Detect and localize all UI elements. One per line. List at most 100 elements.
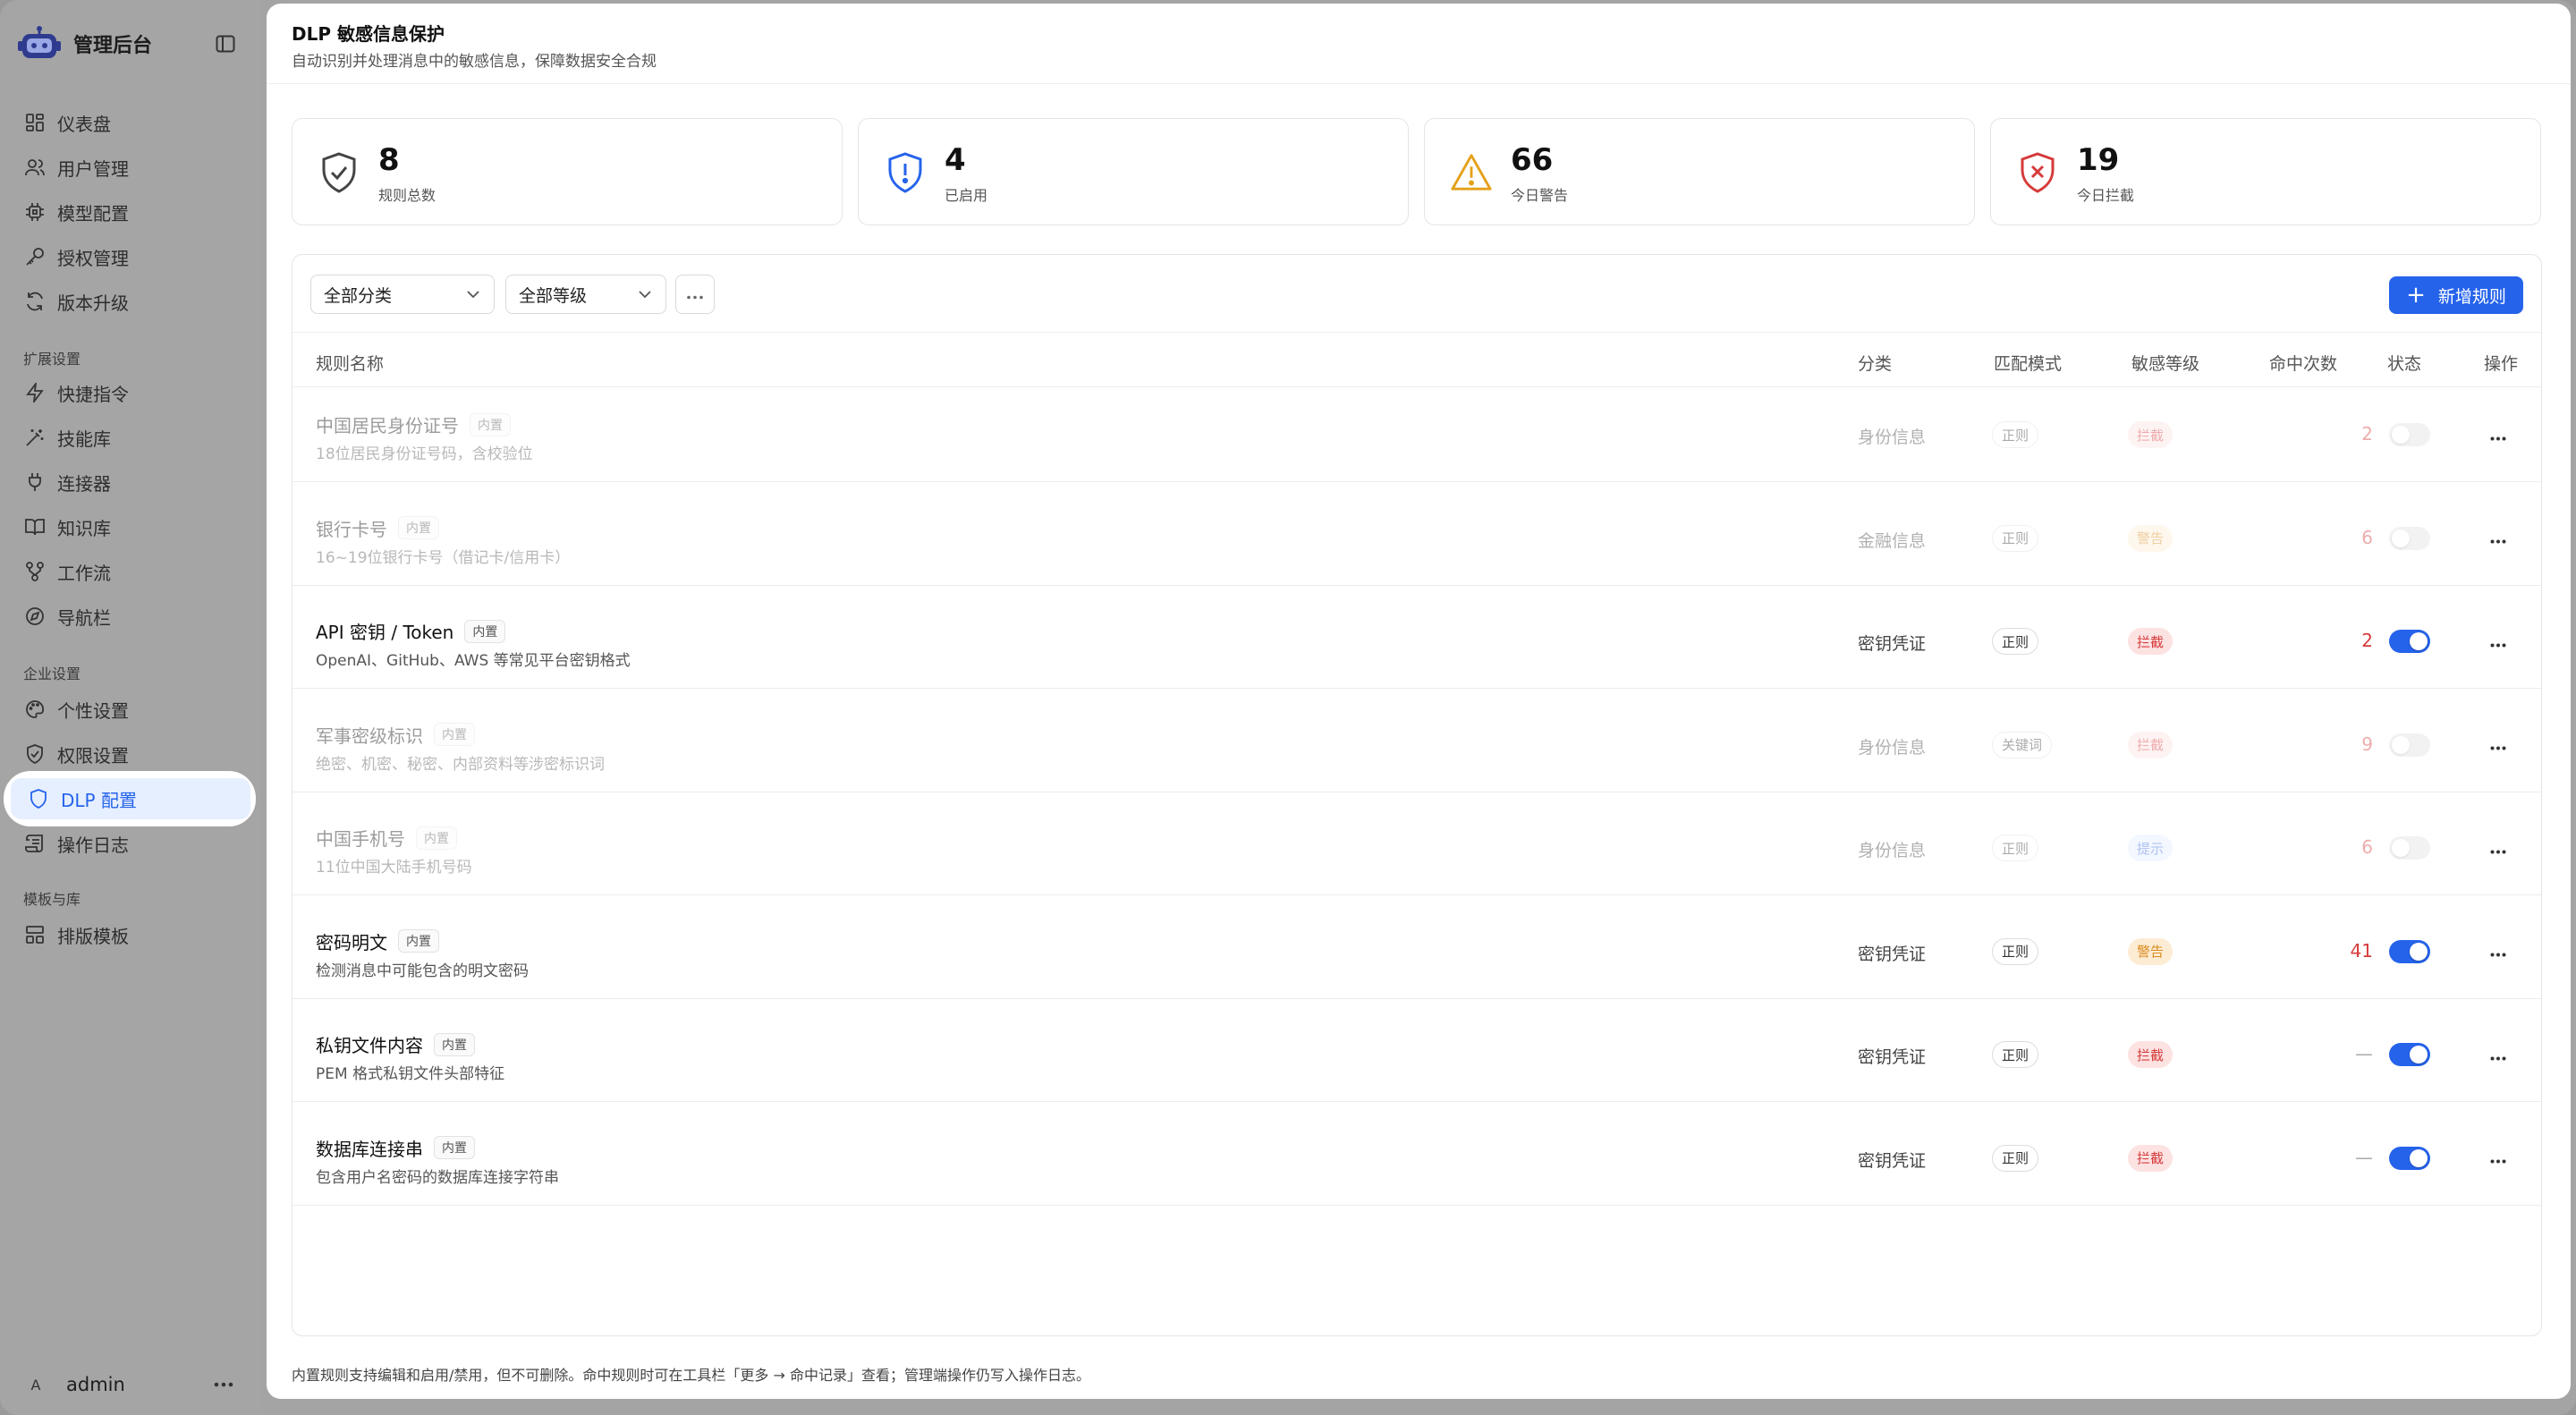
sidebar-item-logs[interactable]: 操作日志 xyxy=(11,823,250,864)
table-row[interactable]: 私钥文件内容 内置 PEM 格式私钥文件头部特征 密钥凭证 正则 拦截 — xyxy=(292,1007,2541,1102)
rule-name-cell: 中国手机号 内置 xyxy=(316,825,457,851)
status-toggle[interactable] xyxy=(2389,423,2430,446)
row-actions-button[interactable] xyxy=(2486,527,2511,552)
toggle-knob xyxy=(2392,529,2410,547)
row-actions-button[interactable] xyxy=(2486,836,2511,861)
column-header-status: 状态 xyxy=(2387,354,2422,374)
sidebar-item-label: 用户管理 xyxy=(57,157,129,180)
stat-value: 4 xyxy=(945,142,966,178)
sidebar-item-skills[interactable]: 技能库 xyxy=(11,417,250,458)
row-actions-button[interactable] xyxy=(2486,423,2511,448)
table-row[interactable]: 中国居民身份证号 内置 18位居民身份证号码，含校验位 身份信息 正则 拦截 2 xyxy=(292,387,2541,482)
grid-icon xyxy=(23,111,47,134)
sidebar-item-dlp[interactable]: DLP 配置 xyxy=(4,771,256,826)
rule-name: 军事密级标识 xyxy=(316,724,423,747)
row-actions-button[interactable] xyxy=(2486,733,2511,758)
row-actions-button[interactable] xyxy=(2486,1147,2511,1172)
compass-icon xyxy=(23,605,47,628)
plug-icon xyxy=(23,470,47,494)
rule-name: API 密钥 / Token xyxy=(316,622,454,643)
rule-description: OpenAI、GitHub、AWS 等常见平台密钥格式 xyxy=(316,652,631,670)
table-row[interactable]: 中国手机号 内置 11位中国大陆手机号码 身份信息 正则 提示 6 xyxy=(292,801,2541,895)
status-toggle[interactable] xyxy=(2389,1146,2430,1170)
match-mode-badge: 正则 xyxy=(1992,421,2039,448)
status-toggle[interactable] xyxy=(2389,836,2430,860)
row-actions-button[interactable] xyxy=(2486,1043,2511,1068)
builtin-badge: 内置 xyxy=(434,723,475,746)
book-open-icon xyxy=(23,515,47,538)
sidebar-item-workflow[interactable]: 工作流 xyxy=(11,551,250,592)
status-toggle[interactable] xyxy=(2389,526,2430,550)
shield-icon xyxy=(27,787,50,810)
sidebar-item-models[interactable]: 模型配置 xyxy=(11,191,250,233)
chip-icon xyxy=(23,200,47,224)
footnote: 内置规则支持编辑和启用/禁用，但不可删除。命中规则时可在工具栏「更多 → 命中记… xyxy=(292,1367,1090,1384)
toggle-knob xyxy=(2410,1148,2428,1167)
more-horizontal-icon xyxy=(2490,1047,2506,1064)
shield-x-icon xyxy=(2016,149,2059,196)
hit-count: — xyxy=(2355,1043,2373,1064)
match-mode-badge: 关键词 xyxy=(1992,731,2053,758)
sidebar-item-layout-templates[interactable]: 排版模板 xyxy=(11,914,250,955)
sidebar-item-connectors[interactable]: 连接器 xyxy=(11,462,250,503)
builtin-badge: 内置 xyxy=(434,1136,475,1159)
category-filter[interactable]: 全部分类 xyxy=(310,275,495,314)
sensitivity-level-badge: 警告 xyxy=(2128,937,2174,965)
sidebar-item-personalize[interactable]: 个性设置 xyxy=(11,689,250,730)
more-horizontal-icon[interactable] xyxy=(211,1372,236,1397)
rule-name-cell: 数据库连接串 内置 xyxy=(316,1135,475,1161)
sidebar-item-label: 快捷指令 xyxy=(57,383,129,405)
builtin-badge: 内置 xyxy=(416,826,457,850)
rule-name-cell: 密码明文 内置 xyxy=(316,928,439,954)
key-icon xyxy=(23,245,47,268)
brand[interactable]: 管理后台 xyxy=(16,23,245,64)
table-row[interactable]: 数据库连接串 内置 包含用户名密码的数据库连接字符串 密钥凭证 正则 拦截 — xyxy=(292,1111,2541,1206)
chevron-down-icon xyxy=(637,286,653,302)
sidebar-item-dashboard[interactable]: 仪表盘 xyxy=(11,102,250,143)
toolbar: 全部分类 全部等级 + 新增规则 xyxy=(292,255,2541,332)
match-mode-badge: 正则 xyxy=(1992,937,2039,965)
table-row[interactable]: API 密钥 / Token 内置 OpenAI、GitHub、AWS 等常见平… xyxy=(292,594,2541,689)
sidebar-item-shortcuts[interactable]: 快捷指令 xyxy=(11,372,250,413)
sidebar-item-users[interactable]: 用户管理 xyxy=(11,147,250,188)
table-row[interactable]: 银行卡号 内置 16~19位银行卡号（借记卡/信用卡） 金融信息 正则 警告 6 xyxy=(292,491,2541,586)
sidebar-item-upgrade[interactable]: 版本升级 xyxy=(11,281,250,322)
sidebar-item-label: 授权管理 xyxy=(57,247,129,269)
hit-count: 9 xyxy=(2361,733,2373,755)
stat-value: 66 xyxy=(1511,142,1554,178)
status-toggle[interactable] xyxy=(2389,733,2430,757)
more-horizontal-icon xyxy=(2490,428,2506,445)
add-rule-button[interactable]: + 新增规则 xyxy=(2389,276,2523,314)
more-horizontal-icon xyxy=(2490,634,2506,651)
table-row[interactable]: 军事密级标识 内置 绝密、机密、秘密、内部资料等涉密标识词 身份信息 关键词 拦… xyxy=(292,698,2541,792)
stat-card-blocked: 19 今日拦截 xyxy=(1990,118,2541,225)
brand-title: 管理后台 xyxy=(73,35,153,57)
row-actions-button[interactable] xyxy=(2486,630,2511,655)
status-toggle[interactable] xyxy=(2389,1043,2430,1066)
sidebar-item-navbar[interactable]: 导航栏 xyxy=(11,596,250,637)
sidebar-item-label: 导航栏 xyxy=(57,606,111,629)
sidebar-item-license[interactable]: 授权管理 xyxy=(11,236,250,277)
sidebar-item-knowledge[interactable]: 知识库 xyxy=(11,506,250,547)
sidebar-item-label: DLP 配置 xyxy=(61,789,137,811)
more-options-button[interactable] xyxy=(675,275,715,314)
sidebar-toggle-icon[interactable] xyxy=(213,32,238,55)
sidebar-item-permissions[interactable]: 权限设置 xyxy=(11,733,250,775)
table-row[interactable]: 密码明文 内置 检测消息中可能包含的明文密码 密钥凭证 正则 警告 41 xyxy=(292,904,2541,999)
rule-name-cell: 银行卡号 内置 xyxy=(316,515,439,541)
sensitivity-level-badge: 拦截 xyxy=(2128,1144,2174,1172)
user-menu[interactable]: A admin xyxy=(21,1368,236,1401)
warning-triangle-icon xyxy=(1450,149,1493,196)
table-header: 规则名称 分类 匹配模式 敏感等级 命中次数 状态 操作 xyxy=(292,332,2541,387)
rule-description: PEM 格式私钥文件头部特征 xyxy=(316,1065,505,1083)
column-header-hits: 命中次数 xyxy=(2269,354,2338,374)
status-toggle[interactable] xyxy=(2389,630,2430,653)
magic-wand-icon xyxy=(23,426,47,449)
level-filter[interactable]: 全部等级 xyxy=(505,275,666,314)
toggle-knob xyxy=(2410,632,2428,650)
row-actions-button[interactable] xyxy=(2486,940,2511,965)
nav-section-enterprise: 企业设置 xyxy=(23,665,81,682)
status-toggle[interactable] xyxy=(2389,939,2430,963)
column-header-level: 敏感等级 xyxy=(2131,354,2200,374)
more-horizontal-icon xyxy=(2490,530,2506,547)
